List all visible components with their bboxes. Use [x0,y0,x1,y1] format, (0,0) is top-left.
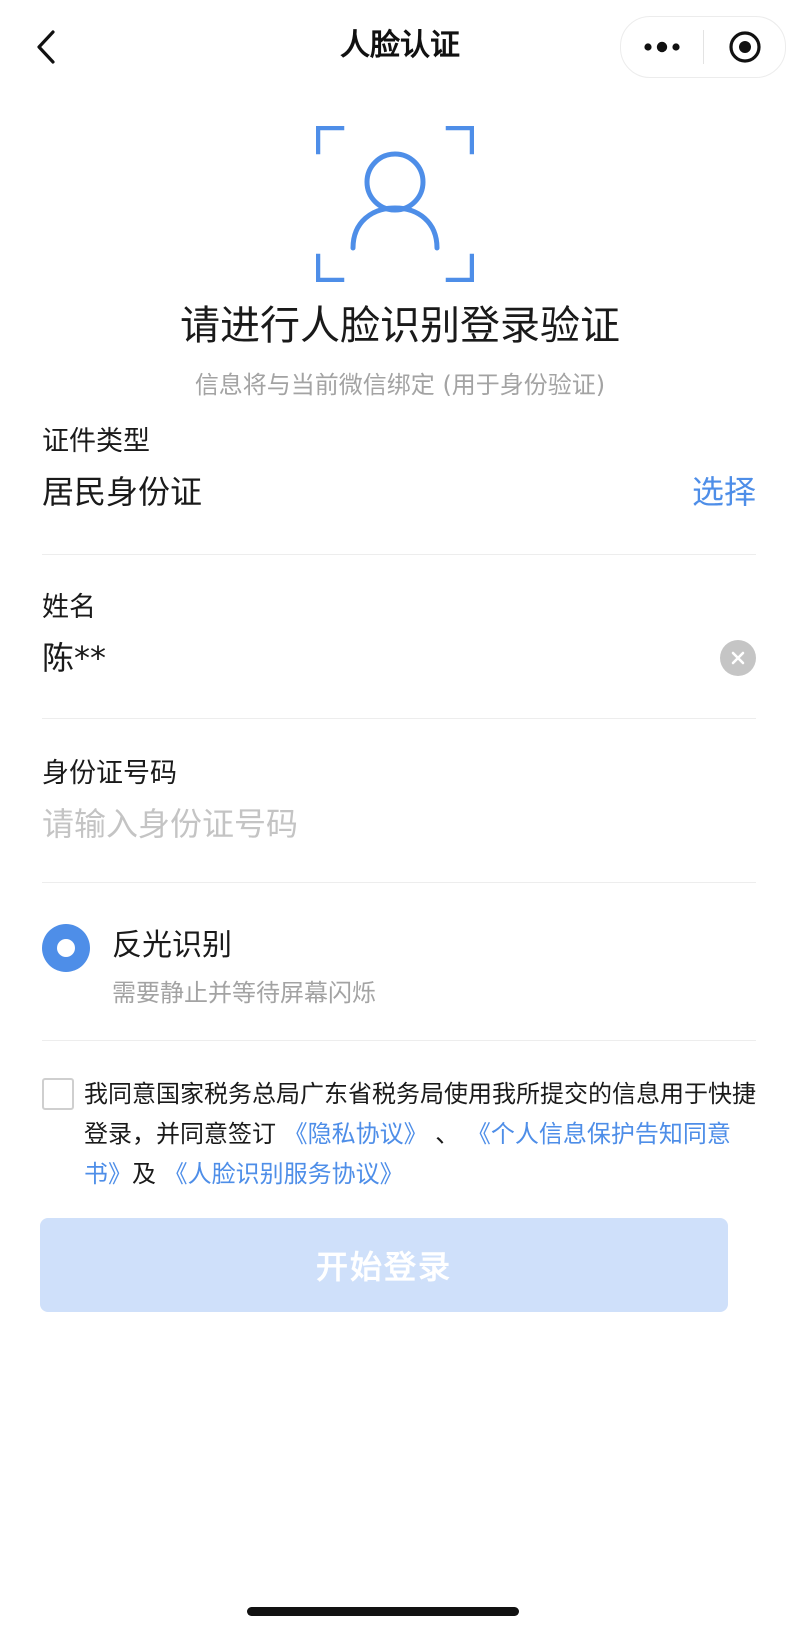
radio-dot [57,939,75,957]
id-type-label: 证件类型 [42,426,150,457]
face-scan-icon [315,125,475,283]
auth-subheading: 信息将与当前微信绑定 (用于身份验证) [194,371,606,399]
auth-heading: 请进行人脸识别登录验证 [180,303,620,349]
start-login-button[interactable]: 开始登录 [40,1218,728,1312]
agreement-text: 我同意国家税务总局广东省税务局使用我所提交的信息用于快捷登录，并同意签订 《隐私… [84,1074,756,1194]
nav-bar: 人脸认证 [0,0,800,92]
radio-selected-icon[interactable] [42,924,90,972]
divider [42,882,756,883]
mini-program-capsule [620,16,786,78]
id-number-input[interactable] [42,802,756,846]
target-circle-icon [728,31,761,63]
privacy-agreement-link[interactable]: 《隐私协议》 [284,1120,428,1148]
more-button[interactable] [621,17,703,77]
clear-name-button[interactable] [720,640,756,676]
name-row: 姓名 陈** [42,590,756,718]
more-dots-icon [644,41,680,53]
close-mini-program-button[interactable] [704,17,785,77]
separator: 、 [435,1120,460,1148]
name-field[interactable]: 陈** [42,636,756,680]
home-indicator [247,1607,519,1616]
option-title: 反光识别 [112,928,232,963]
id-number-label: 身份证号码 [42,758,177,789]
name-label: 姓名 [42,592,96,623]
divider [42,718,756,719]
separator: 及 [132,1160,156,1188]
id-type-row: 证件类型 居民身份证 选择 [42,424,756,552]
divider [42,554,756,555]
id-type-value: 居民身份证 [42,473,203,511]
agreement-section: 我同意国家税务总局广东省税务局使用我所提交的信息用于快捷登录，并同意签订 《隐私… [42,1074,756,1194]
id-number-row: 身份证号码 [42,756,756,884]
reflective-recognition-option[interactable]: 反光识别 需要静止并等待屏幕闪烁 [42,920,756,1020]
clear-x-icon [731,651,745,665]
agreement-checkbox[interactable] [42,1078,74,1110]
face-recognition-service-link[interactable]: 《人脸识别服务协议》 [164,1160,404,1188]
select-id-type-button[interactable]: 选择 [692,470,756,514]
divider [42,1040,756,1041]
face-auth-page: 人脸认证 请进行人脸识别登录验证 信息将与当前微信绑定 (用于身份验证) 证件类… [0,0,800,1639]
option-subtitle: 需要静止并等待屏幕闪烁 [112,979,376,1007]
